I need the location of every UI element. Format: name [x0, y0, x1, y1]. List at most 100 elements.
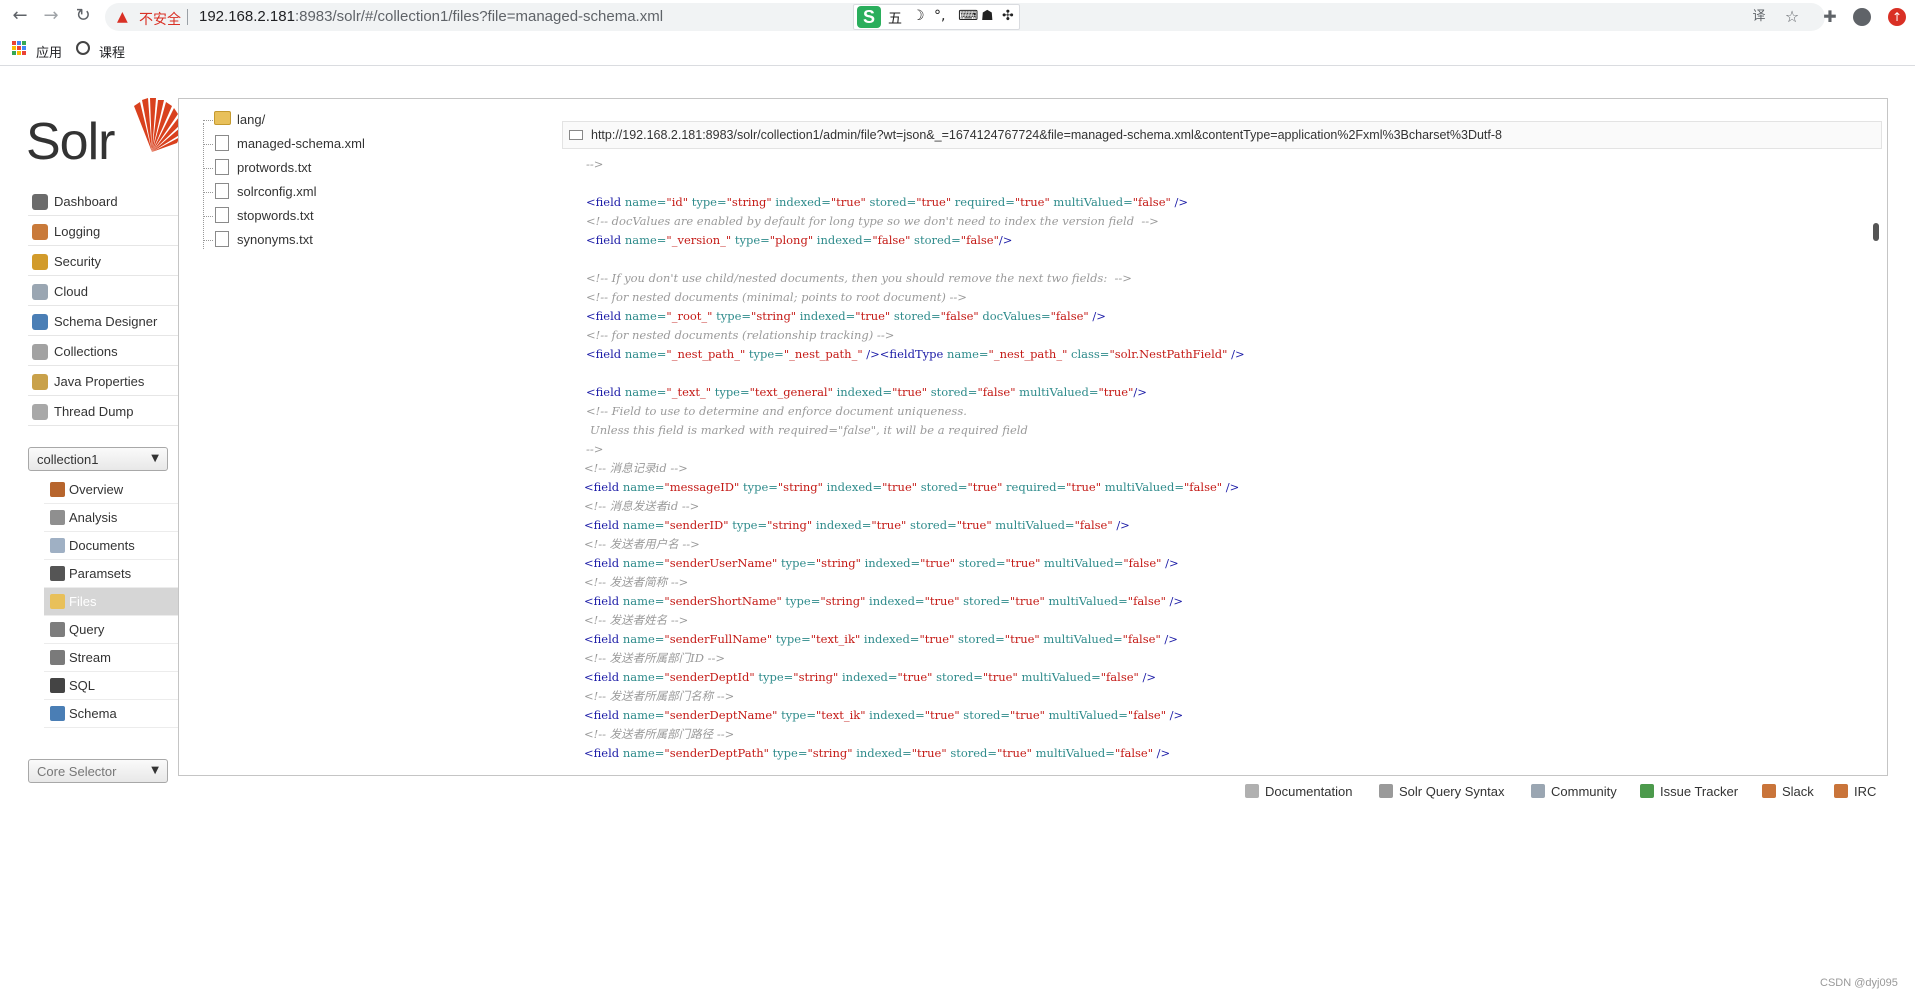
ime-user-icon[interactable]: ☗ [981, 8, 994, 24]
ime-wubi-icon[interactable]: 五 [888, 8, 902, 28]
core-item-analysis[interactable]: Analysis [44, 504, 178, 532]
translate-icon[interactable]: 译 [1749, 7, 1769, 27]
core-selector[interactable]: Core Selector ▼ [28, 759, 168, 783]
bookmark-apps[interactable]: 应用 [36, 42, 62, 61]
file-content-view[interactable]: --> <field name="id" type="string" indexe… [574, 155, 1864, 767]
bookmark-star-icon[interactable]: ☆ [1782, 7, 1802, 27]
query-icon [50, 622, 65, 637]
documents-icon [50, 538, 65, 553]
update-alert-icon[interactable]: ↑ [1888, 8, 1906, 26]
warning-triangle-icon[interactable]: ▲ [117, 9, 133, 25]
footer-link-slack[interactable]: Slack [1762, 784, 1814, 799]
nav-item-security[interactable]: Security [28, 248, 178, 276]
globe-icon[interactable] [76, 41, 90, 55]
ime-keyboard-icon[interactable]: ⌨ [958, 8, 978, 24]
core-item-stream[interactable]: Stream [44, 644, 178, 672]
core-item-sql[interactable]: SQL [44, 672, 178, 700]
solr-logo[interactable]: Solr [26, 96, 181, 171]
code-token: stored= [869, 195, 917, 209]
footer-link-irc[interactable]: IRC [1834, 784, 1876, 799]
bookmark-course[interactable]: 课程 [99, 42, 125, 61]
nav-item-cloud[interactable]: Cloud [28, 278, 178, 306]
ime-moon-icon[interactable]: ☽ [912, 8, 925, 24]
code-token: name= [622, 480, 665, 494]
footer-link-solr-query-syntax[interactable]: Solr Query Syntax [1379, 784, 1505, 799]
code-token: "true" [956, 518, 996, 532]
code-token: "false" [1132, 195, 1175, 209]
code-token: "true" [982, 670, 1022, 684]
file-url-text[interactable]: http://192.168.2.181:8983/solr/collectio… [591, 128, 1502, 142]
code-token: "false" [977, 385, 1020, 399]
code-token: name= [622, 746, 665, 760]
core-item-label: Analysis [69, 510, 118, 525]
code-token: <field [584, 670, 623, 684]
code-token: stored= [920, 480, 968, 494]
nav-item-collections[interactable]: Collections [28, 338, 178, 366]
code-token: name= [624, 347, 667, 361]
core-item-documents[interactable]: Documents [44, 532, 178, 560]
core-item-paramsets[interactable]: Paramsets [44, 560, 178, 588]
nav-item-thread-dump[interactable]: Thread Dump [28, 398, 178, 426]
ime-toolbar[interactable]: S 五 ☽ °, ⌨ ☗ ✣ [853, 4, 1020, 30]
code-token: multiValued= [995, 518, 1075, 532]
code-token: type= [748, 347, 784, 361]
address-url[interactable]: 192.168.2.181:8983/solr/#/collection1/fi… [199, 8, 663, 25]
code-token: stored= [950, 746, 998, 760]
footer-link-documentation[interactable]: Documentation [1245, 784, 1352, 799]
profile-avatar-icon[interactable] [1853, 8, 1871, 26]
nav-item-schema-designer[interactable]: Schema Designer [28, 308, 178, 336]
collection-select[interactable]: collection1 ▼ [28, 447, 168, 471]
back-arrow-icon[interactable]: ← [10, 6, 30, 26]
footer-link-issue-tracker[interactable]: Issue Tracker [1640, 784, 1738, 799]
code-token: name= [622, 518, 665, 532]
scrollbar-thumb[interactable] [1873, 223, 1879, 241]
address-separator [187, 9, 188, 25]
tree-connector [203, 120, 213, 121]
code-token: type= [716, 309, 752, 323]
core-item-query[interactable]: Query [44, 616, 178, 644]
code-token: /> [1169, 594, 1184, 608]
code-token: <!-- 发送者所属部门路径 --> [584, 727, 735, 741]
code-token: "senderDeptName" [664, 708, 782, 722]
code-token: "true" [916, 195, 955, 209]
ime-punctuation-icon[interactable]: °, [934, 8, 945, 24]
code-token: <field [584, 480, 623, 494]
url-path: :8983/solr/#/collection1/files?file=mana… [294, 8, 664, 25]
core-item-overview[interactable]: Overview [44, 476, 178, 504]
code-token: <!-- 发送者用户名 --> [584, 537, 700, 551]
code-token: class= [1071, 347, 1110, 361]
code-line: <!-- 发送者用户名 --> [574, 535, 1864, 554]
reload-icon[interactable]: ↻ [73, 6, 93, 26]
code-token: "string" [793, 670, 842, 684]
nav-item-dashboard[interactable]: Dashboard [28, 188, 178, 216]
code-token: /> [1116, 518, 1130, 532]
code-token: <field [584, 556, 623, 570]
code-token: "true" [1009, 594, 1049, 608]
code-token: "plong" [769, 233, 817, 247]
files-icon [50, 594, 65, 609]
ime-tools-icon[interactable]: ✣ [1002, 8, 1014, 24]
insecure-label[interactable]: 不安全 [139, 9, 181, 29]
code-token: "_nest_path_" [666, 347, 749, 361]
nav-item-java-properties[interactable]: Java Properties [28, 368, 178, 396]
core-item-files[interactable]: Files [44, 588, 178, 616]
nav-item-logging[interactable]: Logging [28, 218, 178, 246]
core-item-schema[interactable]: Schema [44, 700, 178, 728]
code-token: "string" [767, 518, 816, 532]
code-line: <!-- 发送者所属部门名称 --> [574, 687, 1864, 706]
url-host: 192.168.2.181 [199, 8, 295, 25]
footer-link-community[interactable]: Community [1531, 784, 1617, 799]
code-token: <field [586, 309, 625, 323]
code-token: "text_ik" [810, 632, 864, 646]
sogou-logo-icon[interactable]: S [857, 6, 881, 28]
forward-arrow-icon[interactable]: → [41, 6, 61, 26]
extensions-puzzle-icon[interactable]: ✚ [1820, 7, 1840, 27]
code-line: <field name="senderID" type="string" ind… [574, 516, 1864, 535]
code-token: /> [1231, 347, 1245, 361]
file-url-bar[interactable]: http://192.168.2.181:8983/solr/collectio… [562, 121, 1882, 149]
overview-icon [50, 482, 65, 497]
code-token: "false" [1123, 556, 1166, 570]
apps-grid-icon[interactable] [12, 41, 26, 55]
code-token: "true" [882, 480, 921, 494]
code-token: /> [1164, 632, 1178, 646]
